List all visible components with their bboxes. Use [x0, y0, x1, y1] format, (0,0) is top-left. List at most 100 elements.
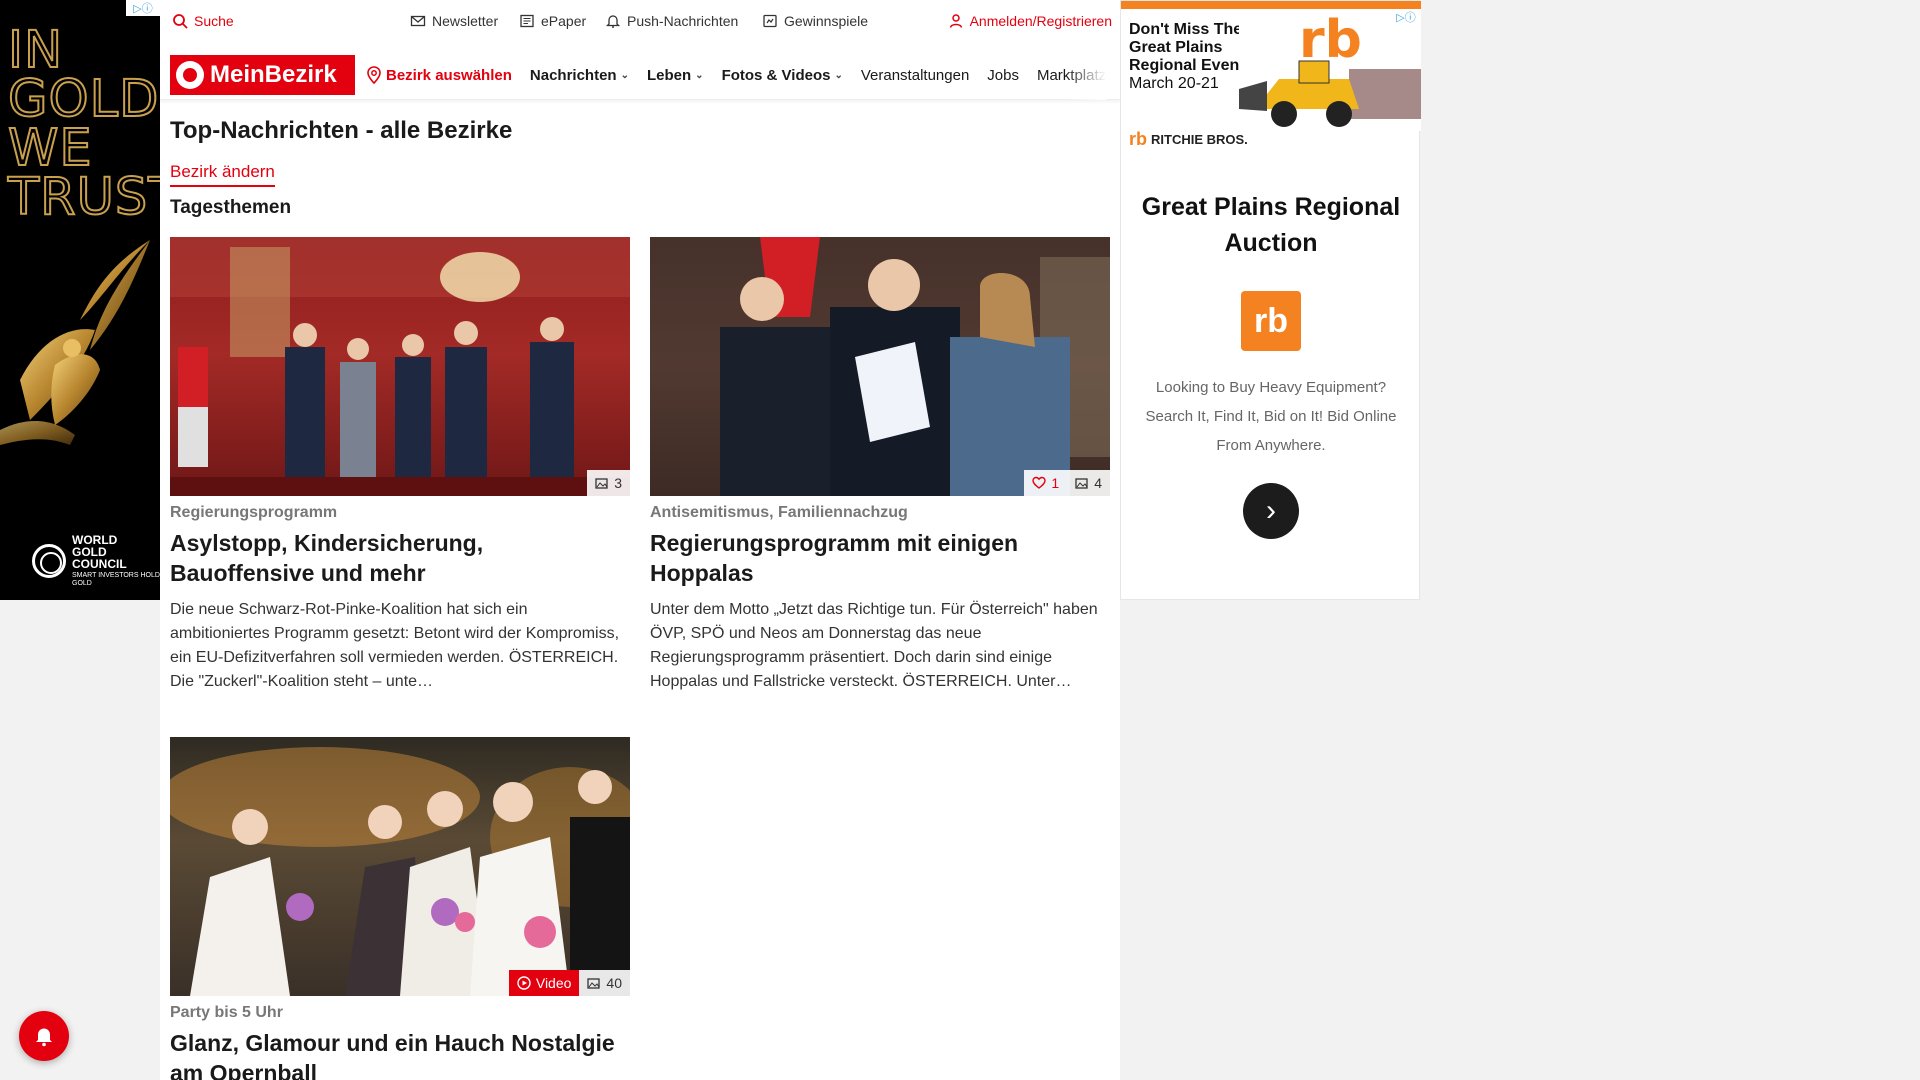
photo-count-badge: 4 — [1067, 470, 1110, 496]
meinbezirk-logo[interactable]: MeinBezirk — [170, 55, 355, 95]
article-photo — [650, 237, 1110, 496]
golden-eagle-icon — [0, 240, 150, 445]
epaper-link[interactable]: ePaper — [519, 13, 586, 29]
photo-count-badge: 40 — [579, 970, 630, 996]
article-headline[interactable]: Glanz, Glamour und ein Hauch Nostalgie a… — [170, 1028, 630, 1080]
article-card[interactable]: Video 40 Party bis 5 Uhr Glanz, Glamour … — [170, 737, 630, 1080]
ticket-icon — [763, 14, 777, 28]
wheel-loader-icon: rb — [1239, 9, 1421, 131]
nav-item-label: Veranstaltungen — [860, 66, 970, 84]
ad-banner-text: Don't Miss The Great Plains Regional Eve… — [1129, 21, 1245, 74]
heart-icon — [1032, 476, 1047, 489]
like-count-badge[interactable]: 1 — [1024, 470, 1068, 496]
article-card[interactable]: 1 4 Antisemitismus, Familiennachzug Regi… — [650, 237, 1110, 694]
newsletter-link[interactable]: Newsletter — [410, 13, 498, 29]
nav-item-jobs[interactable]: Jobs — [987, 67, 1019, 84]
image-badges: Video 40 — [508, 970, 630, 996]
image-icon — [1075, 478, 1088, 489]
location-pin-icon — [367, 66, 381, 84]
utility-bar: Suche Newsletter ePaper Push-Nachrichten… — [160, 0, 1120, 46]
play-icon — [517, 976, 531, 990]
notification-bell-button[interactable] — [19, 1011, 69, 1061]
games-link[interactable]: Gewinnspiele — [762, 13, 868, 29]
push-link[interactable]: Push-Nachrichten — [605, 13, 738, 29]
change-district-link[interactable]: Bezirk ändern — [170, 162, 275, 187]
push-label: Push-Nachrichten — [627, 13, 739, 29]
article-image[interactable]: 1 4 — [650, 237, 1110, 496]
wgc-tagline: SMART INVESTORS HOLD GOLD — [72, 572, 160, 587]
nav-item-label: Fotos & Videos — [721, 66, 831, 84]
nav-fade — [1066, 50, 1106, 100]
rb-logo-icon: rb — [1241, 291, 1301, 351]
district-select-button[interactable]: Bezirk auswählen — [366, 66, 512, 84]
ritchie-brand: RITCHIE BROS. — [1151, 132, 1248, 147]
page-title: Top-Nachrichten - alle Bezirke — [170, 117, 513, 144]
article-teaser: Die neue Schwarz-Rot-Pinke-Koalition hat… — [170, 601, 620, 690]
nav-item-label: Leben — [646, 66, 692, 84]
ad-right-ritchie[interactable]: Don't Miss The Great Plains Regional Eve… — [1120, 0, 1421, 600]
wgc-logo: WORLD GOLD COUNCIL SMART INVESTORS HOLD … — [32, 534, 160, 588]
article-image[interactable]: Video 40 — [170, 737, 630, 996]
nav-item-nachrichten[interactable]: Nachrichten ⌄ — [530, 67, 629, 84]
main-navbar: MeinBezirk Bezirk auswählen Nachrichten ⌄… — [160, 50, 1120, 100]
games-label: Gewinnspiele — [784, 13, 869, 29]
photo-count: 3 — [614, 475, 622, 491]
chevron-right-icon[interactable]: › — [1243, 483, 1299, 539]
video-badge[interactable]: Video — [508, 970, 580, 996]
article-headline[interactable]: Regierungsprogramm mit einigen Hoppalas — [650, 528, 1110, 588]
logo-sun-icon — [176, 61, 204, 89]
photo-count-badge: 3 — [587, 470, 630, 496]
login-link[interactable]: Anmelden/Registrieren — [948, 13, 1112, 29]
image-icon — [587, 978, 601, 989]
bell-icon — [36, 1028, 52, 1047]
page: ▷ⓘ IN GOLD WE TRUST WORLD GOLD COUNCIL S… — [0, 0, 1920, 1080]
image-badges: 1 4 — [1024, 470, 1110, 496]
article-photo — [170, 237, 630, 496]
search-label: Suche — [194, 13, 234, 29]
district-select-label: Bezirk auswählen — [386, 66, 512, 84]
search-icon — [173, 14, 188, 29]
video-label: Video — [535, 975, 572, 991]
article-topic[interactable]: Antisemitismus, Familiennachzug — [650, 504, 1110, 522]
chevron-down-icon: ⌄ — [620, 69, 629, 81]
ad-choices-icon[interactable]: ▷ⓘ — [1391, 9, 1421, 25]
article-topic[interactable]: Regierungsprogramm — [170, 504, 630, 522]
article-topic[interactable]: Party bis 5 Uhr — [170, 1004, 630, 1022]
login-label: Anmelden/Registrieren — [969, 13, 1112, 29]
newsletter-label: Newsletter — [432, 13, 499, 29]
image-icon — [595, 478, 608, 489]
nav-item-leben[interactable]: Leben ⌄ — [647, 67, 704, 84]
nav-items: Bezirk auswählen Nachrichten ⌄ Leben ⌄ Fot… — [356, 50, 1106, 100]
user-icon — [949, 14, 962, 28]
newspaper-icon — [520, 14, 534, 28]
photo-count: 4 — [1094, 475, 1102, 491]
image-badges: 3 — [587, 470, 630, 496]
main-content: Suche Newsletter ePaper Push-Nachrichten… — [160, 0, 1120, 1080]
ritchie-logo: rb RITCHIE BROS. — [1129, 129, 1248, 150]
ad-description: Looking to Buy Heavy Equipment? Search I… — [1145, 379, 1397, 454]
article-teaser: Unter dem Motto „Jetzt das Richtige tun.… — [650, 601, 1098, 690]
article-card[interactable]: 3 Regierungsprogramm Asylstopp, Kindersi… — [170, 237, 630, 694]
search-link[interactable]: Suche — [172, 13, 234, 29]
article-headline[interactable]: Asylstopp, Kindersicherung, Bauoffensive… — [170, 528, 630, 588]
logo-text: MeinBezirk — [210, 61, 337, 88]
ad-banner-date: March 20-21 — [1129, 75, 1219, 92]
chevron-down-icon: ⌄ — [695, 69, 704, 81]
wgc-circle-icon — [32, 544, 66, 578]
nav-item-veranstaltungen[interactable]: Veranstaltungen — [861, 67, 969, 84]
ad-choices-icon[interactable]: ▷ⓘ — [126, 0, 160, 16]
like-count: 1 — [1051, 475, 1060, 491]
nav-item-fotos-videos[interactable]: Fotos & Videos ⌄ — [722, 67, 843, 84]
nav-item-label: Nachrichten — [529, 66, 617, 84]
epaper-label: ePaper — [541, 13, 587, 29]
wgc-brand: WORLD GOLD COUNCIL — [72, 533, 127, 571]
bell-icon — [605, 15, 621, 28]
section-title: Tagesthemen — [170, 197, 292, 218]
ad-title[interactable]: Great Plains Regional Auction — [1121, 189, 1421, 261]
rb-mark: rb — [1129, 129, 1147, 149]
ad-banner[interactable]: Don't Miss The Great Plains Regional Eve… — [1121, 1, 1421, 131]
ad-left-gold[interactable]: ▷ⓘ IN GOLD WE TRUST WORLD GOLD COUNCIL S… — [0, 0, 160, 600]
photo-count: 40 — [606, 975, 622, 991]
article-image[interactable]: 3 — [170, 237, 630, 496]
ad-left-headline: IN GOLD WE TRUST — [7, 21, 160, 227]
